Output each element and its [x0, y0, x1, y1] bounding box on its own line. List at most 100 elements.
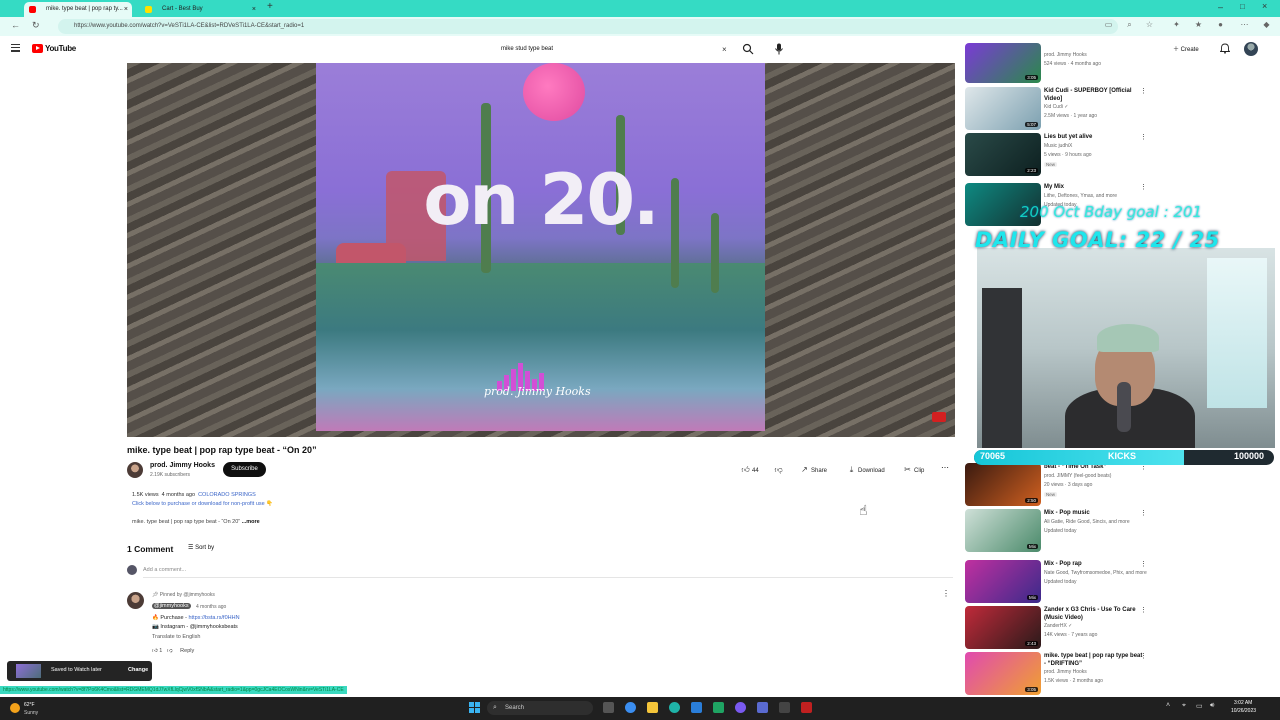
minimize-icon[interactable]: – — [1218, 2, 1223, 12]
browser-menu-icon[interactable]: ⋯ — [1240, 20, 1249, 29]
excel-icon[interactable] — [713, 702, 724, 713]
recommendation-thumbnail[interactable]: Mix — [965, 509, 1041, 552]
recommendation-thumbnail[interactable]: 3:05 — [965, 652, 1041, 695]
recommendation-title[interactable]: Zander x G3 Chris - Use To Care (Music V… — [1044, 606, 1144, 622]
youtube-logo-text[interactable]: YouTube — [45, 44, 76, 53]
more-options-icon[interactable]: ⋮ — [1140, 87, 1147, 95]
recommendation-title[interactable]: Mix - Pop rap — [1044, 560, 1144, 568]
app-icon[interactable] — [757, 702, 768, 713]
more-options-icon[interactable]: ⋮ — [1140, 133, 1147, 141]
recommendation-thumbnail[interactable]: 2:50 — [965, 463, 1041, 506]
more-options-icon[interactable]: ⋮ — [1140, 509, 1147, 517]
back-icon[interactable]: ← — [11, 20, 20, 30]
edge-browser-icon[interactable] — [669, 702, 680, 713]
like-button[interactable]: 👍︎ 44 — [741, 463, 758, 476]
zoom-icon[interactable]: ⌕ — [1125, 20, 1134, 29]
maximize-icon[interactable]: □ — [1240, 2, 1245, 11]
channel-watermark-icon[interactable] — [932, 412, 946, 422]
recommendation-item[interactable]: Mix Mix - Pop rap Nate Good, Twyfromsomedo… — [965, 560, 1160, 605]
new-tab-button[interactable]: + — [267, 1, 273, 12]
recommendation-item[interactable]: Mix Mix - Pop music Ali Gatie, Ride Good, … — [965, 509, 1160, 554]
recommendation-item[interactable]: 2:50 beat - “Time On Task” prod. JIMMY (fe… — [965, 463, 1160, 508]
recommendation-item[interactable]: 3:05 mike. type beat | pop rap type beat … — [965, 652, 1160, 697]
subscribe-button[interactable]: Subscribe — [223, 462, 266, 477]
bookmark-star-icon[interactable]: ☆ — [1145, 20, 1154, 29]
location-tag[interactable]: COLORADO SPRINGS — [198, 492, 256, 498]
profile-icon[interactable]: ● — [1216, 20, 1225, 29]
clock-time[interactable]: 3:02 AM — [1234, 700, 1252, 706]
download-button[interactable]: ⤓ Download — [847, 463, 885, 476]
more-options-icon[interactable]: ⋮ — [1140, 606, 1147, 614]
dislike-button[interactable]: 👎︎ — [774, 463, 785, 476]
recommendation-item[interactable]: 2:43 Zander x G3 Chris - Use To Care (Mus… — [965, 606, 1160, 651]
translate-link[interactable]: Translate to English — [152, 634, 200, 640]
copilot-app-icon[interactable] — [625, 702, 636, 713]
clear-search-icon[interactable]: × — [722, 45, 727, 54]
add-comment-input[interactable]: Add a comment... — [143, 567, 186, 573]
recommendation-item[interactable]: 2:23 Lies but yet alive Music judhiX 5 view… — [965, 133, 1160, 178]
windows-start-icon[interactable] — [469, 702, 480, 713]
toast-change-button[interactable]: Change — [128, 667, 148, 673]
search-icon[interactable] — [742, 43, 754, 55]
create-button[interactable]: ＋ Create — [1173, 44, 1199, 53]
sort-comments-button[interactable]: ☰ Sort by — [188, 544, 214, 551]
reload-icon[interactable]: ↻ — [32, 20, 40, 31]
comment-author[interactable]: @jimmyhooks — [152, 603, 191, 609]
recommendation-thumbnail[interactable]: 2:23 — [965, 133, 1041, 176]
app-icon[interactable] — [779, 702, 790, 713]
recommendation-title[interactable]: Lies but yet alive — [1044, 133, 1144, 141]
comment-time[interactable]: 4 months ago — [196, 604, 226, 610]
comment-author-avatar[interactable] — [127, 592, 144, 609]
purchase-link[interactable]: https://bsta.rs/f0HHN — [189, 615, 240, 621]
tab-bestbuy[interactable]: Cart - Best Buy × — [140, 2, 260, 17]
recommendation-thumbnail[interactable]: 2:43 — [965, 606, 1041, 649]
file-explorer-icon[interactable] — [647, 702, 658, 713]
taskbar-search[interactable]: ⌕ Search — [487, 701, 593, 715]
more-options-icon[interactable]: ⋮ — [1140, 183, 1147, 191]
video-player[interactable]: on 20. prod. Jimmy Hooks — [127, 63, 955, 437]
favorites-icon[interactable]: ★ — [1194, 20, 1203, 29]
share-button[interactable]: ↗ Share — [800, 463, 827, 476]
url-field[interactable]: https://www.youtube.com/watch?v=VeSTi1LA… — [58, 19, 1118, 34]
close-tab-icon[interactable]: × — [124, 2, 128, 17]
discord-icon[interactable] — [735, 702, 746, 713]
hamburger-menu-icon[interactable] — [11, 44, 20, 52]
youtube-logo-icon[interactable] — [32, 44, 43, 53]
microphone-icon[interactable] — [774, 43, 784, 55]
extension-icon[interactable]: ✦ — [1172, 20, 1181, 29]
app-icon[interactable] — [801, 702, 812, 713]
more-options-icon[interactable]: ⋮ — [1140, 652, 1147, 660]
show-more-link[interactable]: ...more — [242, 519, 260, 525]
notifications-bell-icon[interactable] — [1220, 43, 1230, 54]
more-options-icon[interactable]: ⋮ — [1140, 560, 1147, 568]
more-actions-icon[interactable]: ⋯ — [941, 463, 950, 472]
tray-chevron-icon[interactable]: ˄ — [1166, 702, 1170, 709]
comment-more-icon[interactable]: ⋮ — [942, 589, 950, 598]
recommendation-thumbnail[interactable]: Mix — [965, 560, 1041, 603]
account-avatar[interactable] — [1244, 42, 1258, 56]
search-input[interactable]: mike stud type beat — [494, 41, 737, 58]
comment-like-icon[interactable]: 👍︎ — [152, 648, 158, 654]
channel-avatar[interactable] — [127, 462, 143, 478]
clip-button[interactable]: ✂ Clip — [903, 463, 924, 476]
comment-dislike-icon[interactable]: 👎︎ — [167, 648, 173, 654]
clock-date[interactable]: 10/26/2023 — [1231, 708, 1256, 714]
cast-icon[interactable]: ▭ — [1104, 20, 1113, 29]
copilot-icon[interactable]: ◆ — [1262, 20, 1271, 29]
recommendation-thumbnail[interactable]: 3:05 — [965, 43, 1041, 83]
recommendation-title[interactable]: mike. type beat | pop rap type beat - “D… — [1044, 652, 1144, 668]
channel-name[interactable]: prod. Jimmy Hooks — [150, 462, 215, 469]
close-window-icon[interactable]: × — [1262, 1, 1267, 11]
recommendation-thumbnail[interactable]: 5:07 — [965, 87, 1041, 130]
tab-youtube[interactable]: mike. type beat | pop rap ty... × — [24, 2, 132, 17]
recommendation-item[interactable]: 5:07 Kid Cudi - SUPERBOY [Official Video]… — [965, 87, 1160, 132]
reply-button[interactable]: Reply — [180, 648, 194, 654]
task-view-icon[interactable] — [603, 702, 614, 713]
volume-icon[interactable]: 🔊︎ — [1210, 702, 1214, 710]
close-tab-icon[interactable]: × — [252, 2, 256, 17]
recommendation-title[interactable]: Kid Cudi - SUPERBOY [Official Video] — [1044, 87, 1144, 103]
recommendation-title[interactable]: Mix - Pop music — [1044, 509, 1144, 517]
location-icon[interactable]: ⌖ — [1182, 702, 1186, 710]
recommendation-title[interactable]: My Mix — [1044, 183, 1144, 191]
network-icon[interactable]: ▭ — [1196, 702, 1203, 710]
